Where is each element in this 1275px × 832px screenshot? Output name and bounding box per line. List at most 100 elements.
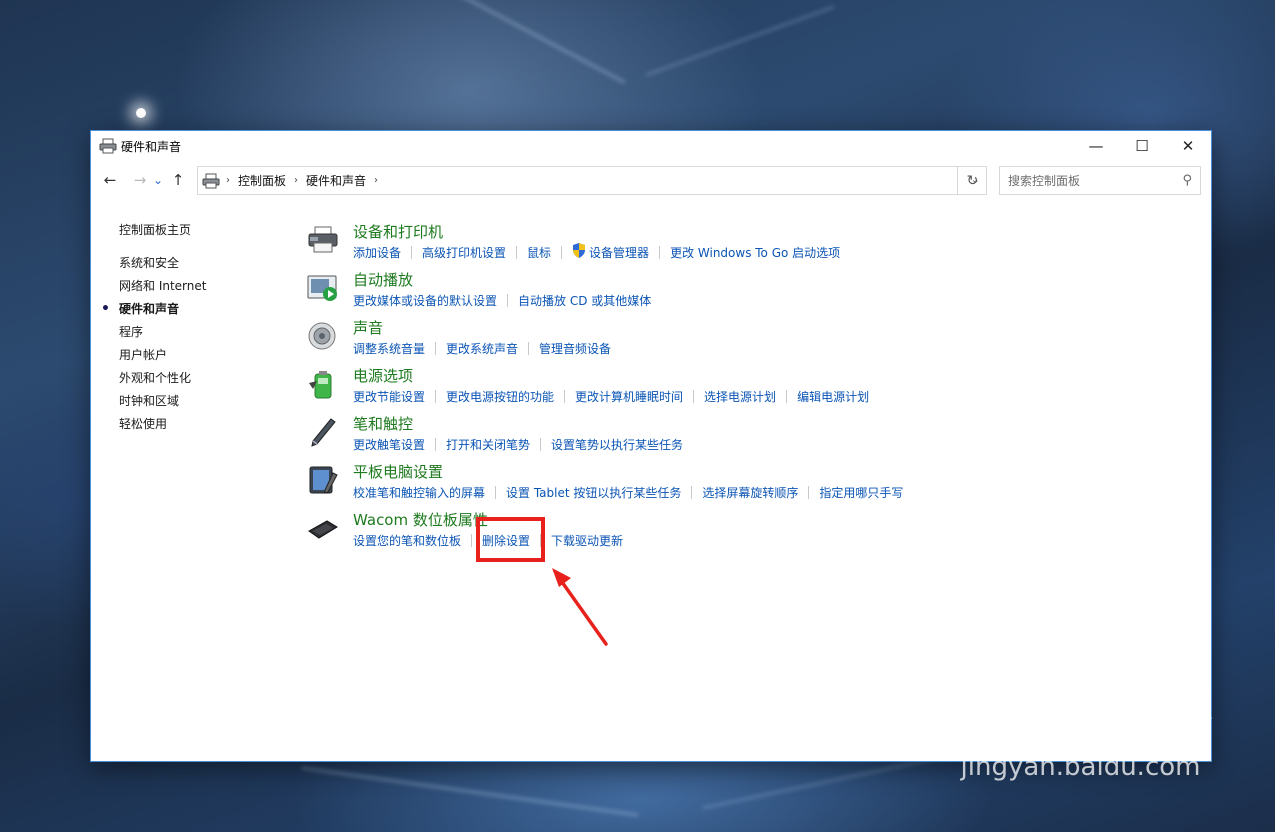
breadcrumb-separator: › xyxy=(294,175,299,186)
link-manage-audio-devices[interactable]: 管理音频设备 xyxy=(539,340,611,357)
category-wacom: Wacom 数位板属性 设置您的笔和数位板 删除设置 下载驱动更新 xyxy=(307,509,1187,557)
link-add-device[interactable]: 添加设备 xyxy=(353,244,401,261)
annotation-arrow-icon xyxy=(552,568,608,646)
background-lightning xyxy=(301,766,639,817)
minimize-button[interactable]: — xyxy=(1073,131,1119,161)
address-bar[interactable]: › 控制面板 › 硬件和声音 › ⌄ xyxy=(197,166,987,195)
refresh-button[interactable]: ↻ xyxy=(957,166,987,195)
link-power-button-function[interactable]: 更改电源按钮的功能 xyxy=(446,388,554,405)
autoplay-icon[interactable] xyxy=(307,269,353,309)
sidebar-item-hardware-sound[interactable]: 硬件和声音 xyxy=(101,298,289,321)
pen-icon[interactable] xyxy=(307,413,353,453)
sidebar-item-clock-region[interactable]: 时钟和区域 xyxy=(119,390,289,413)
link-edit-power-plan[interactable]: 编辑电源计划 xyxy=(797,388,869,405)
category-sound: 声音 调整系统音量 更改系统声音 管理音频设备 xyxy=(307,317,1187,365)
category-power-options: 电源选项 更改节能设置 更改电源按钮的功能 更改计算机睡眠时间 选择电源计划 编… xyxy=(307,365,1187,413)
link-separator xyxy=(516,245,518,259)
sidebar: 控制面板主页 系统和安全 网络和 Internet 硬件和声音 程序 用户帐户 … xyxy=(101,219,289,436)
up-button[interactable]: ↑ xyxy=(167,169,189,191)
category-title-power-options[interactable]: 电源选项 xyxy=(353,365,869,387)
sidebar-item-user-accounts[interactable]: 用户帐户 xyxy=(119,344,289,367)
sidebar-item-programs[interactable]: 程序 xyxy=(119,321,289,344)
forward-button[interactable]: → xyxy=(129,169,151,191)
category-autoplay: 自动播放 更改媒体或设备的默认设置 自动播放 CD 或其他媒体 xyxy=(307,269,1187,317)
link-separator xyxy=(411,245,413,259)
baidu-watermark: Baidu 经验 jingyan.baidu.com xyxy=(961,690,1213,782)
background-lightning xyxy=(645,5,835,77)
sidebar-item-appearance[interactable]: 外观和个性化 xyxy=(119,367,289,390)
category-devices-printers: 设备和打印机 添加设备 高级打印机设置 鼠标 设备管理器 更改 Windows … xyxy=(307,221,1187,269)
window-title: 硬件和声音 xyxy=(121,139,182,154)
navigation-bar: ← → ⌄ ↑ › 控制面板 › 硬件和声音 › ⌄ ↻ ⚲ xyxy=(91,161,1211,199)
watermark-url: jingyan.baidu.com xyxy=(960,752,1201,782)
category-tablet-settings: 平板电脑设置 校准笔和触控输入的屏幕 设置 Tablet 按钮以执行某些任务 选… xyxy=(307,461,1187,509)
back-button[interactable]: ← xyxy=(99,169,121,191)
speaker-icon[interactable] xyxy=(307,317,353,357)
link-tablet-buttons[interactable]: 设置 Tablet 按钮以执行某些任务 xyxy=(506,484,681,501)
category-title-tablet-settings[interactable]: 平板电脑设置 xyxy=(353,461,903,483)
category-title-pen-touch[interactable]: 笔和触控 xyxy=(353,413,683,435)
breadcrumb-separator: › xyxy=(226,175,230,186)
link-separator xyxy=(495,485,497,499)
breadcrumb-control-panel[interactable]: 控制面板 xyxy=(238,172,286,189)
category-title-autoplay[interactable]: 自动播放 xyxy=(353,269,651,291)
search-icon[interactable]: ⚲ xyxy=(1182,173,1192,188)
tablet-icon[interactable] xyxy=(307,461,353,501)
link-setup-pen-tablet[interactable]: 设置您的笔和数位板 xyxy=(353,532,461,549)
title-bar: 硬件和声音 — ☐ ✕ xyxy=(91,131,1211,161)
close-button[interactable]: ✕ xyxy=(1165,131,1211,161)
category-title-sound[interactable]: 声音 xyxy=(353,317,611,339)
wacom-tablet-icon[interactable] xyxy=(307,509,353,549)
control-panel-window: 硬件和声音 — ☐ ✕ ← → ⌄ ↑ › 控制面板 › 硬件和声音 › ⌄ ↻… xyxy=(90,130,1212,762)
breadcrumb-separator: › xyxy=(374,175,379,186)
background-star xyxy=(136,108,146,118)
link-separator xyxy=(540,437,542,451)
search-box[interactable]: ⚲ xyxy=(999,166,1201,195)
link-rotation-order[interactable]: 选择屏幕旋转顺序 xyxy=(702,484,798,501)
link-separator xyxy=(561,245,563,259)
link-separator xyxy=(659,245,661,259)
link-separator xyxy=(435,389,437,403)
recent-locations-button[interactable]: ⌄ xyxy=(151,169,165,191)
control-panel-icon xyxy=(202,173,220,189)
link-autoplay-cd[interactable]: 自动播放 CD 或其他媒体 xyxy=(518,292,651,309)
link-choose-power-plan[interactable]: 选择电源计划 xyxy=(704,388,776,405)
link-handedness[interactable]: 指定用哪只手写 xyxy=(819,484,903,501)
category-title-devices-printers[interactable]: 设备和打印机 xyxy=(353,221,840,243)
link-separator xyxy=(435,437,437,451)
sidebar-item-system-security[interactable]: 系统和安全 xyxy=(119,252,289,275)
sidebar-item-home[interactable]: 控制面板主页 xyxy=(119,219,289,242)
link-separator xyxy=(693,389,695,403)
link-separator xyxy=(507,293,509,307)
link-calibrate-screen[interactable]: 校准笔和触控输入的屏幕 xyxy=(353,484,485,501)
search-input[interactable] xyxy=(1008,173,1178,188)
link-separator xyxy=(786,389,788,403)
link-toggle-flicks[interactable]: 打开和关闭笔势 xyxy=(446,436,530,453)
sidebar-item-network[interactable]: 网络和 Internet xyxy=(119,275,289,298)
link-set-flicks-tasks[interactable]: 设置笔势以执行某些任务 xyxy=(551,436,683,453)
link-change-power-saving[interactable]: 更改节能设置 xyxy=(353,388,425,405)
background-lightning xyxy=(394,0,626,84)
link-change-media-defaults[interactable]: 更改媒体或设备的默认设置 xyxy=(353,292,497,309)
uac-shield-icon xyxy=(572,243,586,261)
hardware-printer-icon xyxy=(99,138,117,154)
link-separator xyxy=(564,389,566,403)
link-advanced-printer-setup[interactable]: 高级打印机设置 xyxy=(422,244,506,261)
link-windows-to-go[interactable]: 更改 Windows To Go 启动选项 xyxy=(670,244,840,261)
breadcrumb-hardware-sound[interactable]: 硬件和声音 xyxy=(306,172,366,189)
link-device-manager[interactable]: 设备管理器 xyxy=(589,244,649,261)
battery-icon[interactable] xyxy=(307,365,353,405)
link-change-pen-settings[interactable]: 更改触笔设置 xyxy=(353,436,425,453)
category-pen-touch: 笔和触控 更改触笔设置 打开和关闭笔势 设置笔势以执行某些任务 xyxy=(307,413,1187,461)
link-separator xyxy=(691,485,693,499)
link-change-system-sounds[interactable]: 更改系统声音 xyxy=(446,340,518,357)
link-download-driver-update[interactable]: 下载驱动更新 xyxy=(551,532,623,549)
sidebar-item-ease-of-access[interactable]: 轻松使用 xyxy=(119,413,289,436)
maximize-button[interactable]: ☐ xyxy=(1119,131,1165,161)
link-mouse[interactable]: 鼠标 xyxy=(527,244,551,261)
printer-icon[interactable] xyxy=(307,221,353,261)
link-sleep-time[interactable]: 更改计算机睡眠时间 xyxy=(575,388,683,405)
link-adjust-volume[interactable]: 调整系统音量 xyxy=(353,340,425,357)
link-separator xyxy=(808,485,810,499)
link-separator xyxy=(528,341,530,355)
